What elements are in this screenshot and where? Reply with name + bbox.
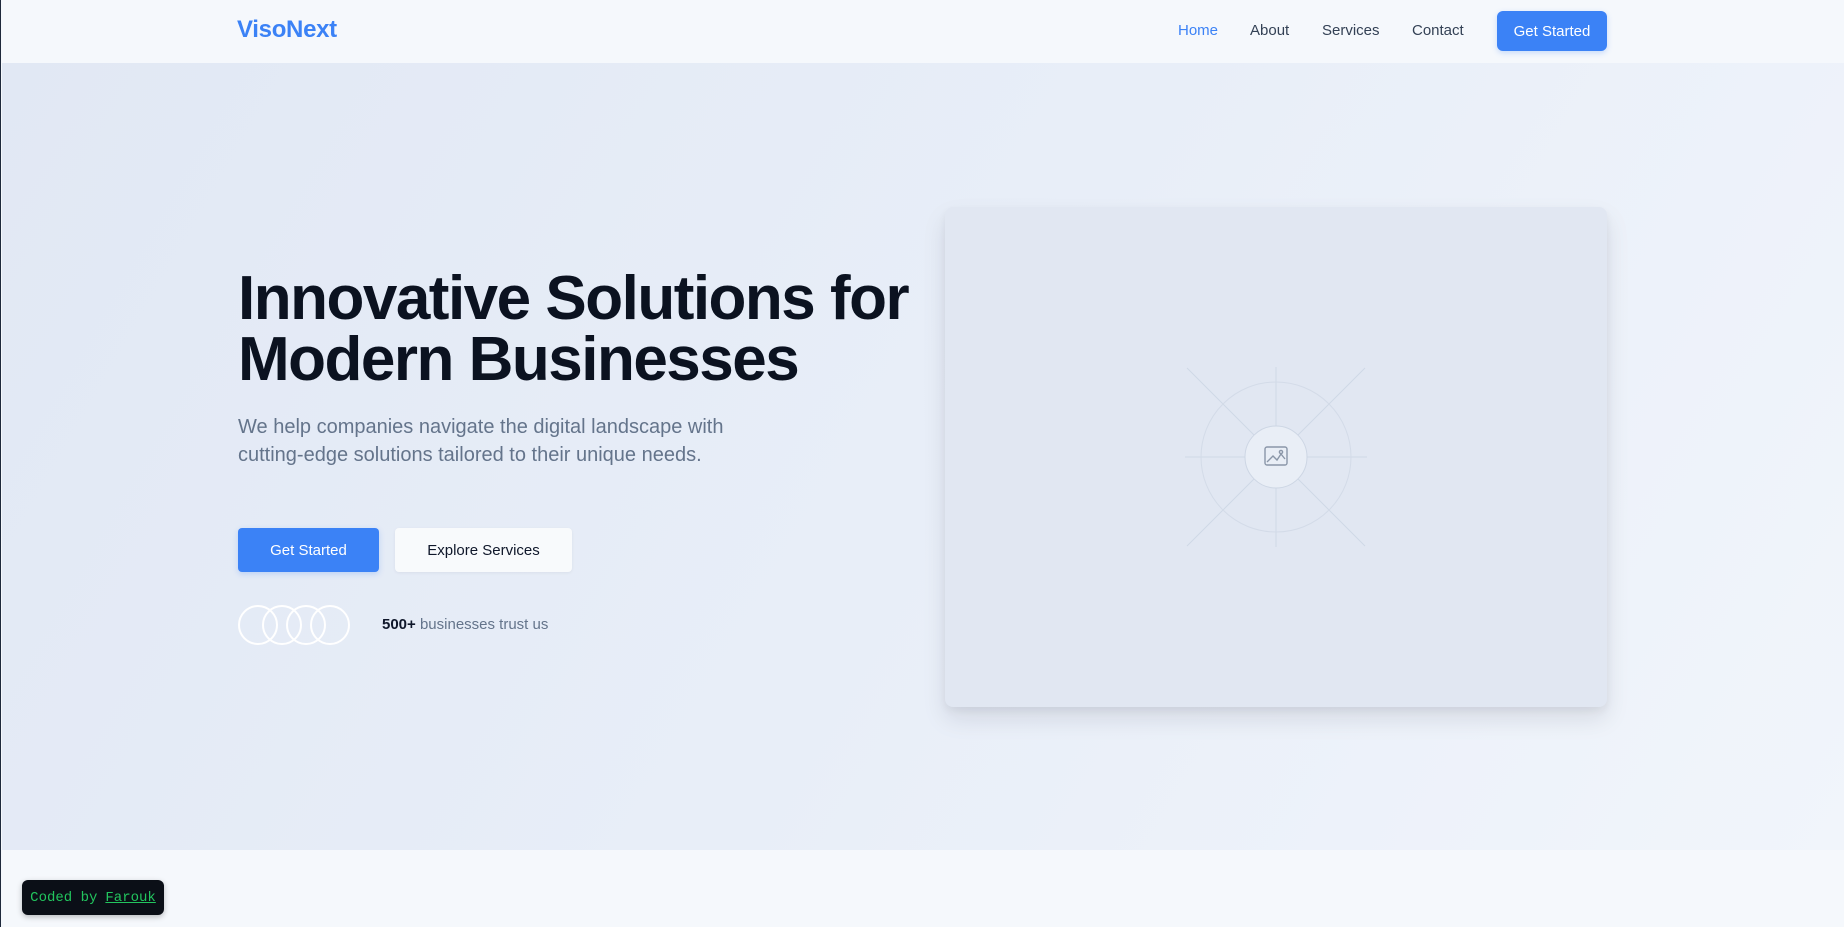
site-header: VisoNext Home About Services Contact Get…: [1, 0, 1844, 63]
trust-label: businesses trust us: [419, 616, 549, 633]
coded-by-badge: Coded by Farouk: [22, 880, 164, 915]
avatar: [310, 605, 350, 645]
main-nav: Home About Services Contact Get Started: [1, 0, 1844, 63]
hero-title-line-2: Modern Businesses: [238, 325, 800, 394]
nav-home[interactable]: Home: [1178, 22, 1218, 39]
author-link[interactable]: Farouk: [105, 890, 155, 906]
hero-title-line-1: Innovative Solutions for: [238, 264, 910, 333]
avatar-group: [238, 605, 358, 645]
coded-by-label: Coded by: [30, 889, 98, 906]
nav-contact[interactable]: Contact: [1412, 22, 1464, 39]
image-placeholder-graphic: [1185, 367, 1367, 547]
header-get-started-button[interactable]: Get Started: [1497, 11, 1607, 51]
hero-image-placeholder: [945, 207, 1607, 707]
nav-about[interactable]: About: [1250, 22, 1289, 39]
nav-services[interactable]: Services: [1322, 22, 1380, 39]
hero-subtitle: We help companies navigate the digital l…: [238, 416, 724, 466]
trust-text: 500+ businesses trust us: [382, 616, 548, 633]
hero-section: Innovative Solutions for Modern Business…: [2, 63, 1844, 850]
page: VisoNext Home About Services Contact Get…: [0, 0, 1844, 927]
explore-services-button[interactable]: Explore Services: [395, 528, 572, 572]
get-started-button[interactable]: Get Started: [238, 528, 379, 572]
hero-title: Innovative Solutions for Modern Business…: [238, 264, 938, 394]
trust-count: 500+: [382, 616, 416, 633]
